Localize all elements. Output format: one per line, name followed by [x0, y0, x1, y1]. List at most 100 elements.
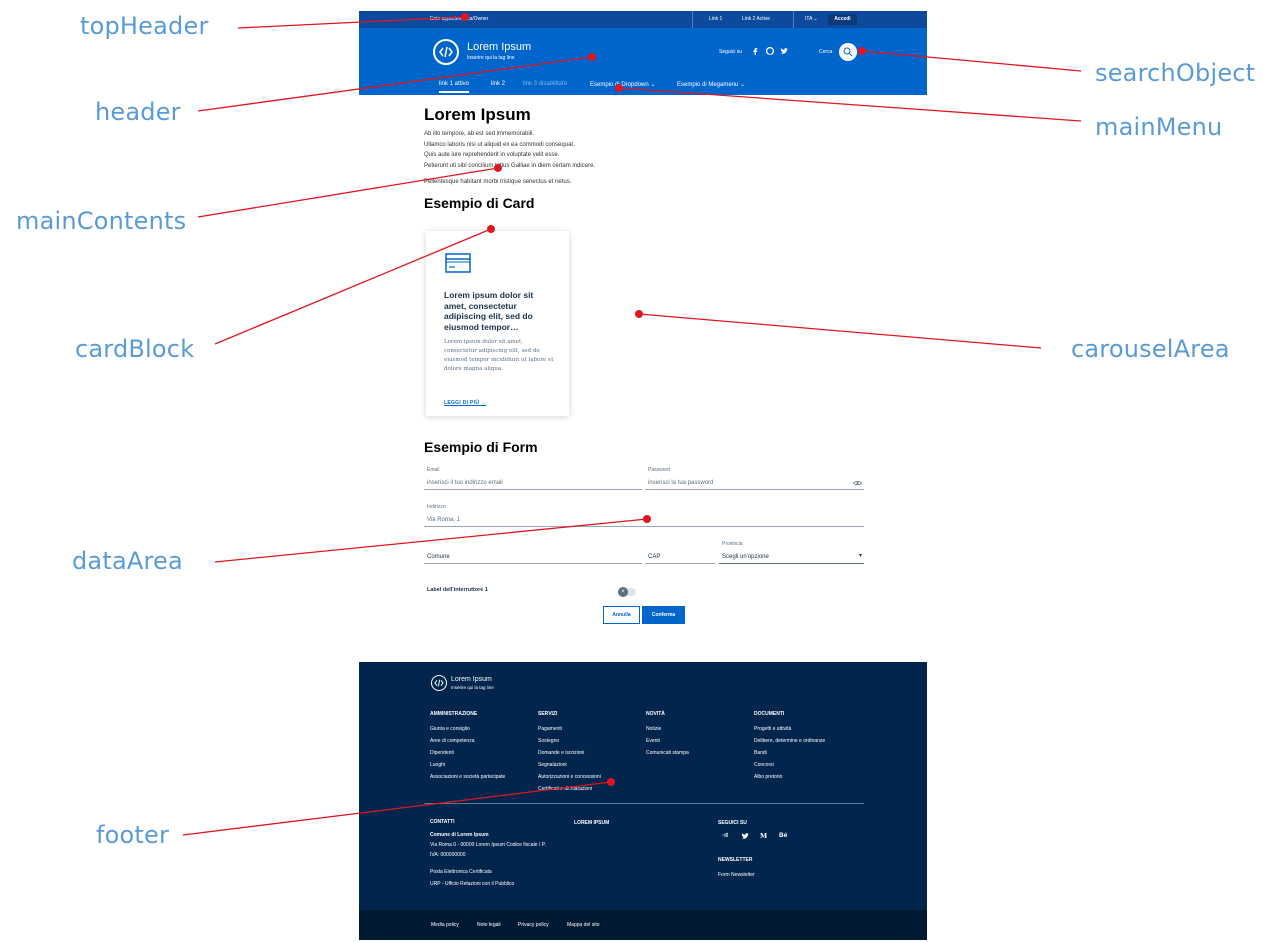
nav-dropdown-label: Esempio di Dropdown — [590, 82, 649, 88]
page-title: Lorem Ipsum — [424, 105, 531, 124]
footer-link[interactable]: Certificati e dichiarazioni — [538, 783, 601, 795]
footer-link[interactable]: Delibere, determine e ordinanze — [754, 735, 825, 747]
email-label: Email — [427, 467, 440, 473]
chevron-down-icon: ⌄ — [650, 82, 656, 88]
designers-italia-icon[interactable]: ·ıt — [722, 832, 728, 839]
paragraph-line: Ab illo tempore, ab est sed immemorabili… — [424, 131, 535, 137]
behance-icon[interactable]: Bé — [779, 832, 787, 839]
footer-link[interactable]: Sostegno — [538, 735, 601, 747]
cancel-button[interactable]: Annulla — [603, 606, 640, 624]
chevron-down-icon: ⌄ — [813, 16, 818, 22]
medium-icon[interactable]: M — [760, 832, 767, 840]
urp-link[interactable]: URP - Ufficio Relazioni con il Pubblico — [430, 879, 546, 889]
search-label: Cerca — [819, 49, 833, 55]
code-logo-icon[interactable] — [431, 675, 447, 691]
privacy-policy-link[interactable]: Privacy policy — [518, 922, 549, 928]
nav-item-megamenu[interactable]: Esempio di Megamenu ⌄ — [677, 81, 745, 88]
footer-column-title: AMMINISTRAZIONE — [430, 711, 478, 717]
footer-link[interactable]: Bandi — [754, 747, 825, 759]
read-more-link[interactable]: LEGGI DI PIÙ → — [444, 400, 486, 406]
github-icon[interactable] — [766, 47, 774, 55]
footer-column-novita: NOVITÀ Notizie Eventi Comunicati stampa — [646, 708, 689, 759]
footer-link[interactable]: Segnalazioni — [538, 759, 601, 771]
footer-newsletter: NEWSLETTER Form Newsletter — [718, 854, 755, 881]
divider — [793, 11, 794, 28]
footer-link[interactable]: Eventi — [646, 735, 689, 747]
card[interactable]: Lorem ipsum dolor sit amet, consectetur … — [426, 231, 569, 416]
footer-link[interactable]: Albo pretorio — [754, 771, 825, 783]
pec-link[interactable]: Posta Elettronica Certificata — [430, 867, 546, 877]
contacts-name: Comune di Lorem Ipsum — [430, 832, 489, 838]
province-label: Provincia — [722, 541, 743, 547]
annotation-dataArea: dataArea — [72, 547, 183, 575]
confirm-button[interactable]: Conferma — [642, 606, 685, 624]
toggle-switch[interactable]: × — [618, 587, 636, 597]
contacts-address: Via Roma 0 - 00000 Lorem Ipsum Codice fi… — [430, 842, 546, 848]
top-header: Ente appartenenza/Owner Link 1 Link 2 Ac… — [359, 11, 927, 28]
main-menu: link 1 attivo link 2 link 3 disabilitato… — [359, 76, 927, 95]
chevron-down-icon: ⌄ — [740, 82, 746, 88]
password-field[interactable]: inserisci la tua password — [645, 477, 864, 490]
footer-column-title: NOVITÀ — [646, 711, 665, 717]
header: Lorem Ipsum Inserire qui la tag line Seg… — [359, 28, 927, 76]
nav-item-link-3: link 3 disabilitato — [523, 81, 568, 87]
second-paragraph: Pellentesque habitant morbi tristique se… — [424, 179, 572, 185]
footer-link[interactable]: Autorizzazioni e concessioni — [538, 771, 601, 783]
footer-link[interactable]: Dipendenti — [430, 747, 505, 759]
zip-field[interactable]: CAP — [645, 551, 715, 564]
toggle-label: Label dell'interruttore 1 — [427, 587, 488, 593]
follow-title: SEGUICI SU — [718, 820, 747, 826]
legal-notes-link[interactable]: Note legali — [477, 922, 501, 928]
nav-item-dropdown[interactable]: Esempio di Dropdown ⌄ — [590, 81, 655, 88]
password-placeholder: inserisci la tua password — [648, 480, 714, 486]
website-mockup: Ente appartenenza/Owner Link 1 Link 2 Ac… — [359, 11, 927, 940]
contacts-vat: IVA: 000000000 — [430, 852, 466, 858]
province-select[interactable]: Scegli un'opzione ▾ — [719, 551, 864, 564]
annotation-header: header — [95, 98, 181, 126]
email-field[interactable]: inserisci il tuo indirizzo email — [424, 477, 642, 490]
annotation-carouselArea: carouselArea — [1071, 335, 1230, 363]
facebook-icon[interactable] — [751, 47, 759, 55]
sitemap-link[interactable]: Mappa del sito — [567, 922, 600, 928]
footer-lorem-column: LOREM IPSUM — [574, 817, 609, 832]
footer-link[interactable]: Progetti e attività — [754, 723, 825, 735]
newsletter-link[interactable]: Form Newsletter — [718, 869, 755, 881]
card-title[interactable]: Lorem ipsum dolor sit amet, consectetur … — [444, 290, 556, 332]
footer-divider — [424, 803, 864, 804]
form-title: Esempio di Form — [424, 439, 538, 455]
footer-brand[interactable]: Lorem Ipsum — [451, 676, 492, 683]
footer-link[interactable]: Giunta e consiglio — [430, 723, 505, 735]
footer-bottom-bar: Media policy Note legali Privacy policy … — [359, 910, 927, 940]
annotation-topHeader: topHeader — [80, 12, 209, 40]
nav-item-link-1[interactable]: link 1 attivo — [439, 81, 470, 93]
search-icon — [843, 47, 853, 57]
media-policy-link[interactable]: Media policy — [431, 922, 459, 928]
footer-link[interactable]: Notizie — [646, 723, 689, 735]
social-label: Seguici su — [719, 49, 743, 55]
footer-link[interactable]: Concorsi — [754, 759, 825, 771]
footer-link[interactable]: Associazioni e società partecipate — [430, 771, 505, 783]
arrow-right-icon: → — [480, 400, 487, 406]
lorem-title: LOREM IPSUM — [574, 820, 610, 826]
login-button[interactable]: Accedi — [828, 14, 857, 25]
top-link-1[interactable]: Link 1 — [709, 16, 722, 22]
footer-link[interactable]: Domande e iscrizioni — [538, 747, 601, 759]
nav-item-link-2[interactable]: link 2 — [491, 81, 505, 87]
address-field[interactable]: Via Roma, 1 — [424, 514, 864, 527]
close-icon: × — [618, 587, 628, 597]
search-button[interactable] — [839, 43, 857, 61]
footer-link[interactable]: Luoghi — [430, 759, 505, 771]
eye-icon[interactable] — [853, 480, 862, 486]
footer-link[interactable]: Aree di competenza — [430, 735, 505, 747]
credit-card-icon — [445, 253, 471, 273]
footer-link[interactable]: Pagamenti — [538, 723, 601, 735]
twitter-icon[interactable] — [780, 47, 788, 55]
owner-link[interactable]: Ente appartenenza/Owner — [430, 16, 488, 22]
twitter-icon[interactable] — [741, 832, 749, 840]
language-selector[interactable]: ITA ⌄ — [805, 16, 818, 22]
top-link-2[interactable]: Link 2 Active — [742, 16, 770, 22]
city-field[interactable]: Comune — [424, 551, 642, 564]
code-logo-icon[interactable] — [433, 39, 459, 65]
site-title[interactable]: Lorem Ipsum — [467, 41, 531, 53]
footer-link[interactable]: Comunicati stampa — [646, 747, 689, 759]
